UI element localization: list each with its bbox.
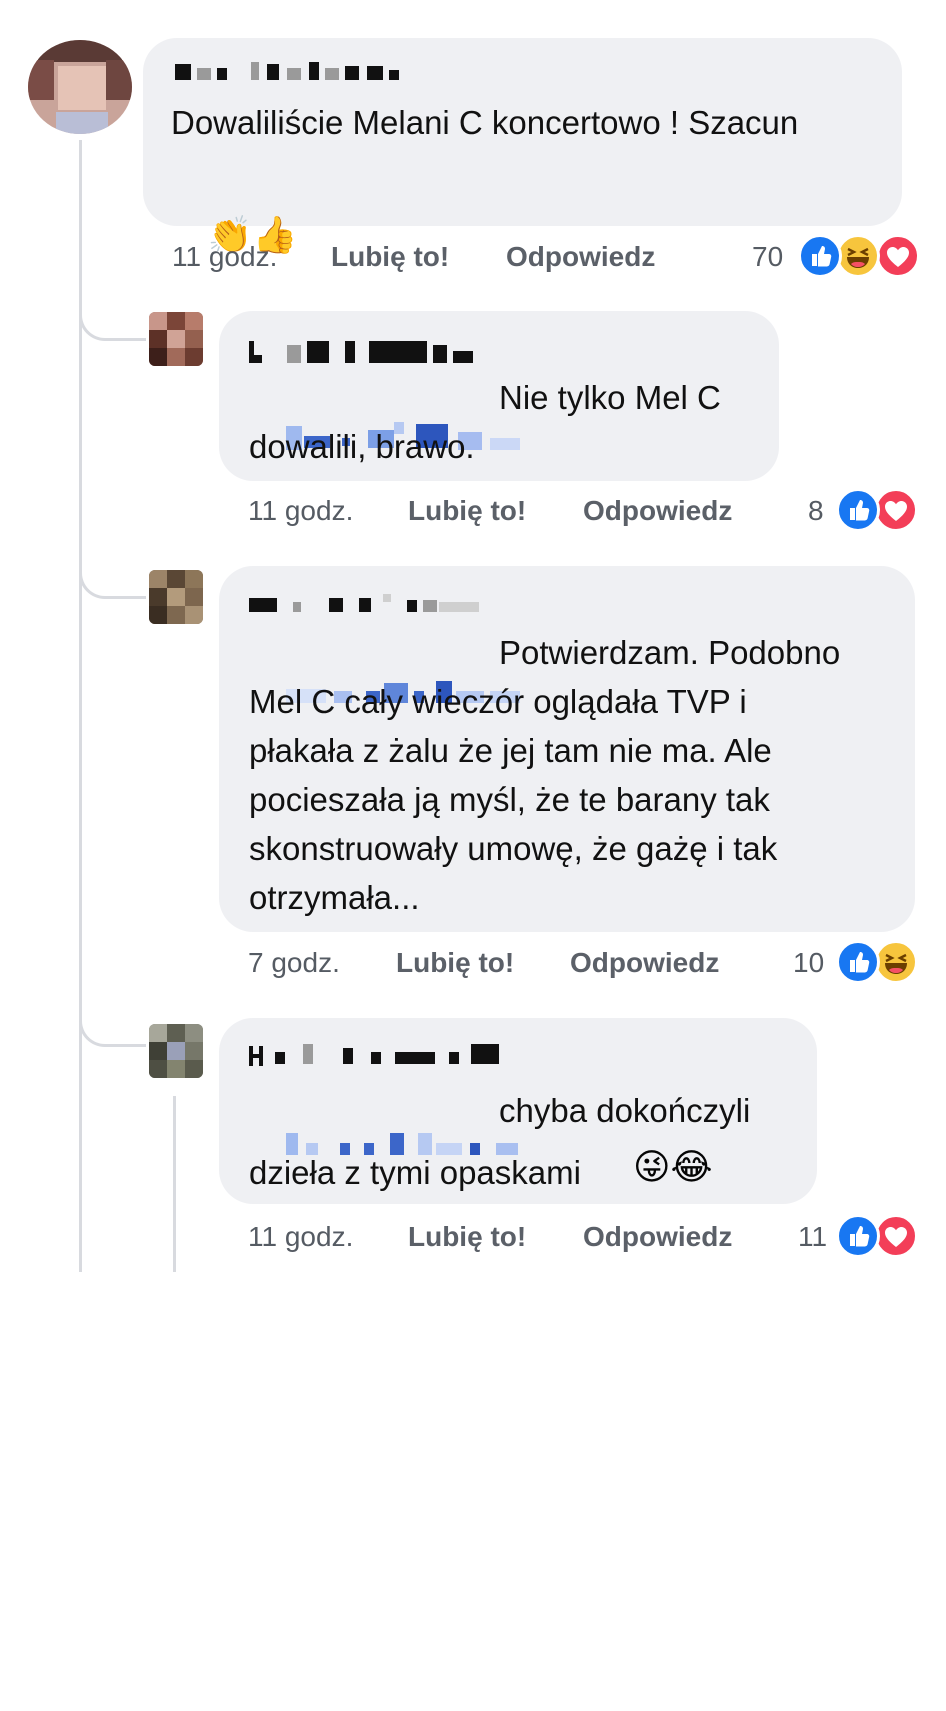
reply-connector bbox=[79, 300, 146, 341]
timestamp[interactable]: 11 godz. bbox=[172, 240, 277, 274]
winking-face-emoji: 😜😂 bbox=[633, 1147, 713, 1188]
reaction-count[interactable]: 11 bbox=[798, 1220, 827, 1254]
reaction-icons[interactable] bbox=[836, 1214, 920, 1260]
avatar[interactable] bbox=[149, 312, 203, 366]
haha-reaction-icon bbox=[874, 940, 918, 984]
avatar[interactable] bbox=[149, 1024, 203, 1078]
reply-connector bbox=[79, 558, 146, 599]
reply-button[interactable]: Odpowiedz bbox=[506, 240, 655, 274]
author-name-redacted[interactable] bbox=[249, 594, 479, 616]
timestamp[interactable]: 11 godz. bbox=[248, 494, 353, 528]
haha-reaction-icon bbox=[836, 234, 880, 278]
love-reaction-icon bbox=[874, 488, 918, 532]
reaction-icons[interactable] bbox=[836, 940, 920, 986]
avatar[interactable] bbox=[28, 40, 132, 134]
comment-bubble: Nie tylko Mel C dowalili, brawo. bbox=[219, 311, 779, 481]
love-reaction-icon bbox=[874, 1214, 918, 1258]
comment-text: Nie tylko Mel C dowalili, brawo. bbox=[249, 379, 721, 465]
reply-button[interactable]: Odpowiedz bbox=[570, 946, 719, 980]
author-name-redacted[interactable] bbox=[249, 1044, 499, 1066]
timestamp[interactable]: 11 godz. bbox=[248, 1220, 353, 1254]
reply-button[interactable]: Odpowiedz bbox=[583, 1220, 732, 1254]
reaction-icons[interactable] bbox=[836, 488, 920, 534]
love-reaction-icon bbox=[876, 234, 920, 278]
like-reaction-icon bbox=[798, 234, 842, 278]
reaction-count[interactable]: 8 bbox=[808, 494, 824, 528]
author-name-redacted[interactable] bbox=[175, 62, 405, 84]
sub-thread-line bbox=[173, 1096, 176, 1272]
timestamp[interactable]: 7 godz. bbox=[248, 946, 340, 980]
avatar[interactable] bbox=[149, 570, 203, 624]
comment-emojis: 👏👍 bbox=[171, 160, 298, 307]
reaction-count[interactable]: 70 bbox=[752, 240, 783, 274]
reaction-count[interactable]: 10 bbox=[793, 946, 824, 980]
comment-meta: 11 godz. Lubię to! Odpowiedz 11 bbox=[248, 1220, 848, 1258]
like-button[interactable]: Lubię to! bbox=[331, 240, 449, 274]
author-name-redacted[interactable] bbox=[249, 341, 479, 363]
reply-button[interactable]: Odpowiedz bbox=[583, 494, 732, 528]
reaction-icons[interactable] bbox=[798, 234, 920, 280]
comment-bubble: Potwierdzam. Podobno Mel C cały wieczór … bbox=[219, 566, 915, 932]
like-reaction-icon bbox=[836, 488, 880, 532]
comment-meta: 11 godz. Lubię to! Odpowiedz 8 bbox=[248, 494, 848, 532]
comment-bubble: chyba dokończyli dzieła z tymi opaskami … bbox=[219, 1018, 817, 1204]
like-button[interactable]: Lubię to! bbox=[408, 1220, 526, 1254]
comment-bubble: Dowaliliście Melani C koncertowo ! Szacu… bbox=[143, 38, 902, 256]
like-reaction-icon bbox=[836, 1214, 880, 1258]
reply-connector bbox=[79, 1006, 146, 1047]
comment-text: Dowaliliście Melani C koncertowo ! Szacu… bbox=[171, 104, 799, 141]
like-reaction-icon bbox=[836, 940, 880, 984]
comment-emojis: 😜😂 bbox=[633, 1148, 713, 1188]
like-button[interactable]: Lubię to! bbox=[396, 946, 514, 980]
comment-text: Potwierdzam. Podobno Mel C cały wieczór … bbox=[249, 634, 841, 916]
comment-meta: 7 godz. Lubię to! Odpowiedz 10 bbox=[248, 946, 848, 984]
like-button[interactable]: Lubię to! bbox=[408, 494, 526, 528]
